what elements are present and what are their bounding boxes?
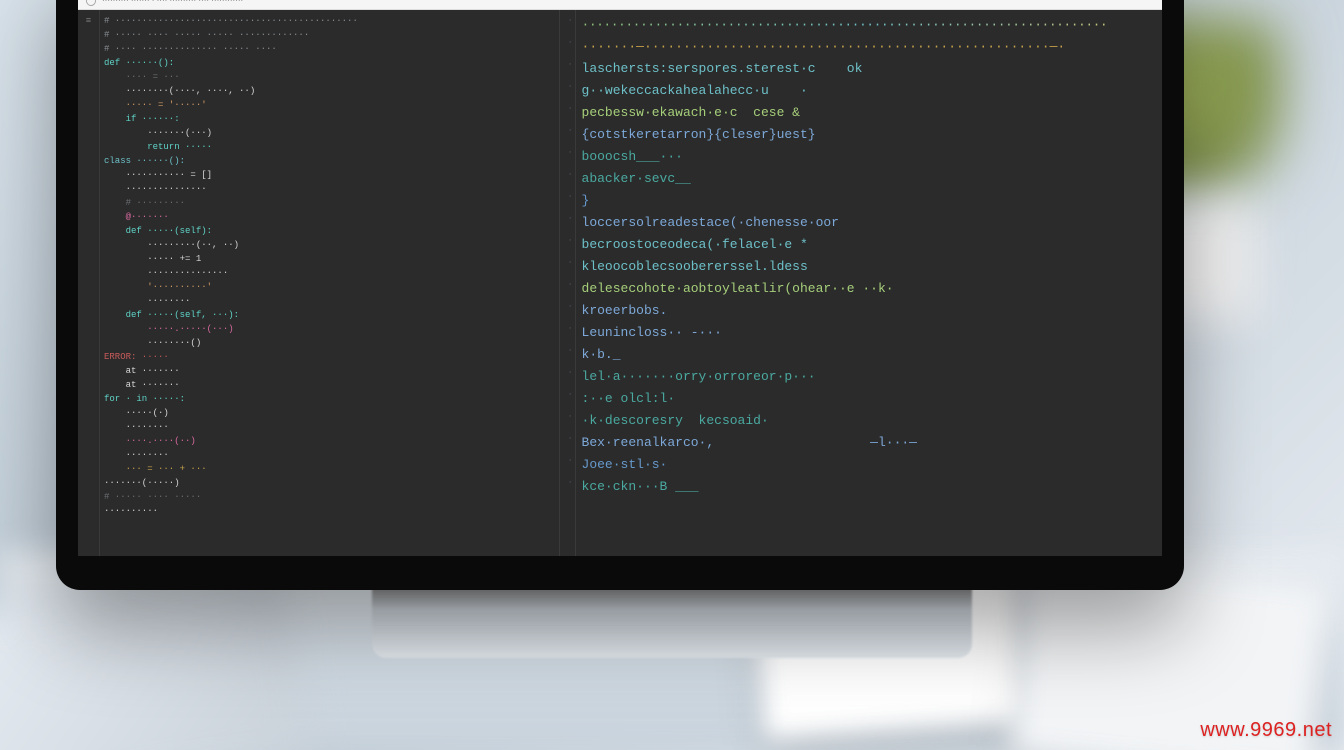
code-line: kleoocoblecsoobererssel.ldess <box>582 256 1154 278</box>
code-line: # ····· ···· ····· <box>104 490 551 504</box>
editor-left-pane[interactable]: # ······································… <box>100 10 560 556</box>
line-gutter: ······················ <box>560 10 576 556</box>
code-line: k·b._ <box>582 344 1154 366</box>
code-line: kroeerbobs. <box>582 300 1154 322</box>
code-line: abacker·sevc__ <box>582 168 1154 190</box>
code-line: ········(····, ····, ··) <box>104 84 551 98</box>
pane-header-line: ········································… <box>582 14 1154 36</box>
menu-icon[interactable]: ≡ <box>86 16 91 26</box>
code-line: lel·a·······orry·orroreor·p··· <box>582 366 1154 388</box>
code-line: # ···· ·············· ····· ···· <box>104 42 551 56</box>
code-line: loccersolreadestace(·chenesse·oor <box>582 212 1154 234</box>
code-line: def ·····(self): <box>104 224 551 238</box>
code-line: Bex·reenalkarco·, —l···— <box>582 432 1154 454</box>
reload-icon[interactable] <box>84 0 98 7</box>
code-line: if ······: <box>104 112 551 126</box>
code-line: def ······(): <box>104 56 551 70</box>
code-line: Leunincloss·· -··· <box>582 322 1154 344</box>
code-line: pecbessw·ekawach·e·c cese & <box>582 102 1154 124</box>
code-line: at ······· <box>104 364 551 378</box>
code-editor: ≡ # ····································… <box>78 10 1162 556</box>
code-line: Joee·stl·s· <box>582 454 1154 476</box>
code-line: ········ <box>104 448 551 462</box>
code-line: becroostoceodeca(·felacel·e * <box>582 234 1154 256</box>
code-line: # ······································… <box>104 14 551 28</box>
code-line: kce·ckn···B ___ <box>582 476 1154 498</box>
code-line: ·······(···) <box>104 126 551 140</box>
code-line: # ····· ···· ····· ····· ············· <box>104 28 551 42</box>
code-line: @······· <box>104 210 551 224</box>
browser-toolbar: ·········· ······· · ···· ·········· ···… <box>78 0 1162 10</box>
code-line: ·········(··, ··) <box>104 238 551 252</box>
monitor-screen: — ··· ···· · ··· ··· ···· · ···· · ··· ·… <box>78 0 1162 556</box>
code-line: g··wekeccackahealahecc·u · <box>582 80 1154 102</box>
code-line: delesecohote·aobtoyleatlir(ohear··e ··k· <box>582 278 1154 300</box>
watermark-text: www.9969.net <box>1200 719 1332 742</box>
code-line: ··········· = [] <box>104 168 551 182</box>
code-line: :··e olcl:l· <box>582 388 1154 410</box>
code-line: # ········· <box>104 196 551 210</box>
code-line: ·k·descoresry kecsoaid· <box>582 410 1154 432</box>
code-line: ····· += 1 <box>104 252 551 266</box>
code-line: return ····· <box>104 140 551 154</box>
code-line: laschersts:serspores.sterest·c ok <box>582 58 1154 80</box>
code-line: ERROR: ····· <box>104 350 551 364</box>
code-line: booocsh___··· <box>582 146 1154 168</box>
code-line: def ·····(self, ···): <box>104 308 551 322</box>
code-line: ·····(·) <box>104 406 551 420</box>
code-line: ·······—································… <box>582 36 1154 58</box>
code-line: {cotstkeretarron}{cleser}uest} <box>582 124 1154 146</box>
code-line: '··········' <box>104 280 551 294</box>
code-line: ·······(·····) <box>104 476 551 490</box>
code-line: ····.····(··) <box>104 434 551 448</box>
code-line: ···· = ··· <box>104 70 551 84</box>
code-line: ·········· <box>104 504 551 518</box>
code-line: ····· = '·····' <box>104 98 551 112</box>
code-line: ········() <box>104 336 551 350</box>
address-text: ·········· ······· · ···· ·········· ···… <box>102 0 243 5</box>
code-line: } <box>582 190 1154 212</box>
code-line: ··· = ··· + ··· <box>104 462 551 476</box>
editor-right-pane[interactable]: ······················ ·················… <box>560 10 1162 556</box>
code-line: for · in ·····: <box>104 392 551 406</box>
code-line: class ······(): <box>104 154 551 168</box>
monitor-frame: — ··· ···· · ··· ··· ···· · ···· · ··· ·… <box>56 0 1184 590</box>
code-line: ··············· <box>104 266 551 280</box>
monitor-stand <box>372 588 972 658</box>
code-line: ··············· <box>104 182 551 196</box>
editor-activity-bar[interactable]: ≡ <box>78 10 100 556</box>
code-line: ········ <box>104 420 551 434</box>
code-line: ·····.·····(···) <box>104 322 551 336</box>
code-line: at ······· <box>104 378 551 392</box>
code-line: ········ <box>104 294 551 308</box>
